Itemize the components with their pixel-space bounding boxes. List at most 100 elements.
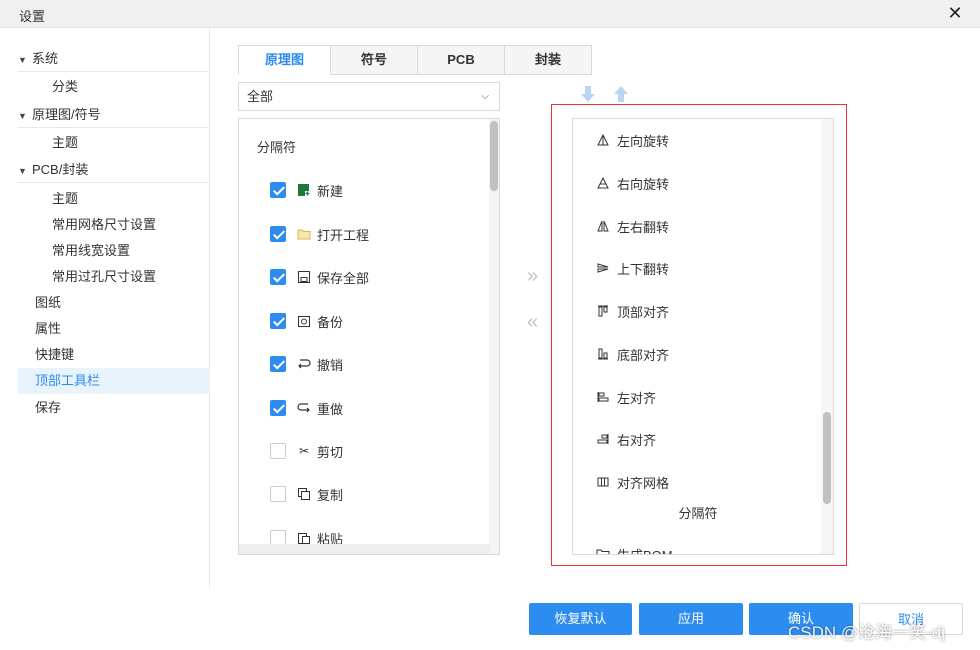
list-item-label: 左向旋转 <box>617 133 670 149</box>
checkbox[interactable] <box>270 313 286 329</box>
list-item[interactable]: 右向旋转 <box>595 173 669 193</box>
title-bar: 设置 ✕ <box>0 0 980 28</box>
chevron-down-icon: ⌵ <box>481 91 489 102</box>
tree-item-theme-schematic[interactable]: 主题 <box>18 130 210 156</box>
tree-item-schematic-symbol[interactable]: ▼ 原理图/符号 <box>18 102 210 128</box>
folder-icon <box>296 226 312 242</box>
align-top-icon <box>595 303 611 319</box>
scrollbar[interactable] <box>489 119 499 554</box>
list-item[interactable]: 左向旋转 <box>595 130 669 150</box>
list-item[interactable]: 生成BOM <box>595 544 673 554</box>
list-item-label: 右对齐 <box>617 432 657 448</box>
list-item[interactable]: ✂ 剪切 <box>270 441 343 461</box>
list-item-label: 底部对齐 <box>617 347 670 363</box>
new-file-icon <box>296 182 312 198</box>
horizontal-scrollbar[interactable] <box>239 544 490 554</box>
flip-vertical-icon <box>595 260 611 276</box>
caret-down-icon: ▼ <box>18 166 27 176</box>
checkbox[interactable] <box>270 182 286 198</box>
editor-tabs: 原理图 符号 PCB 封装 <box>238 45 592 75</box>
list-item[interactable]: 底部对齐 <box>595 344 669 364</box>
save-all-icon <box>296 269 312 285</box>
tree-item-save[interactable]: 保存 <box>18 395 210 421</box>
backup-icon <box>296 313 312 329</box>
list-item-label: 顶部对齐 <box>617 304 670 320</box>
list-item[interactable]: 打开工程 <box>270 224 369 244</box>
list-item-label: 上下翻转 <box>617 261 670 277</box>
checkbox[interactable] <box>270 400 286 416</box>
list-item[interactable]: 重做 <box>270 398 343 418</box>
list-item[interactable]: 顶部对齐 <box>595 301 669 321</box>
copy-icon <box>296 486 312 502</box>
align-bottom-icon <box>595 346 611 362</box>
checkbox[interactable] <box>270 486 286 502</box>
tree-item-top-toolbar[interactable]: 顶部工具栏 <box>18 368 210 394</box>
tab-pcb[interactable]: PCB <box>418 45 505 75</box>
move-left-icon[interactable]: « <box>527 311 538 334</box>
list-item[interactable]: 新建 <box>270 180 343 200</box>
caret-down-icon: ▼ <box>18 55 27 65</box>
tree-item-theme-pcb[interactable]: 主题 <box>18 186 210 212</box>
checkbox[interactable] <box>270 226 286 242</box>
list-item-label: 复制 <box>317 487 344 503</box>
list-item[interactable]: 上下翻转 <box>595 258 669 278</box>
caret-down-icon: ▼ <box>18 111 27 121</box>
tree-item-system[interactable]: ▼ 系统 <box>18 46 210 72</box>
available-tools-list[interactable]: 分隔符 新建 打开工程 保存全部 备份 撤销 重做 ✂ 剪切 复制 粘贴 <box>238 118 500 555</box>
separator-label: 分隔符 <box>257 140 297 155</box>
close-icon[interactable]: ✕ <box>944 2 966 24</box>
scrollbar-thumb[interactable] <box>823 412 831 504</box>
apply-button[interactable]: 应用 <box>639 603 743 635</box>
separator-label: 分隔符 <box>678 506 718 521</box>
rotate-left-icon <box>595 132 611 148</box>
rotate-right-icon <box>595 175 611 191</box>
list-item-label: 对齐网格 <box>617 475 670 491</box>
redo-icon <box>296 400 312 416</box>
tree-item-shortcuts[interactable]: 快捷键 <box>18 342 210 368</box>
align-left-icon <box>595 389 611 405</box>
settings-sidebar: ▼ 系统 分类 ▼ 原理图/符号 主题 ▼ PCB/封装 主题 常用网格尺寸设置 常用… <box>0 28 210 588</box>
list-item[interactable]: 保存全部 <box>270 267 369 287</box>
selected-tools-list[interactable]: 左向旋转 右向旋转 左右翻转 上下翻转 顶部对齐 底部对齐 左对齐 右对齐 对齐… <box>572 118 834 555</box>
checkbox[interactable] <box>270 269 286 285</box>
tree-item-attributes[interactable]: 属性 <box>18 316 210 342</box>
list-item[interactable]: 备份 <box>270 311 343 331</box>
tree-item-via-size[interactable]: 常用过孔尺寸设置 <box>18 264 210 290</box>
cut-icon: ✂ <box>298 444 310 458</box>
tab-schematic[interactable]: 原理图 <box>238 45 331 75</box>
list-item-label: 右向旋转 <box>617 176 670 192</box>
move-down-icon[interactable] <box>580 85 596 103</box>
filter-select[interactable]: 全部 ⌵ <box>238 82 500 111</box>
watermark: CSDN @沧海一笑-dj <box>788 623 946 642</box>
tree-item-grid-size[interactable]: 常用网格尺寸设置 <box>18 212 210 238</box>
list-item[interactable]: 复制 <box>270 484 343 504</box>
list-item[interactable]: 右对齐 <box>595 429 656 449</box>
checkbox[interactable] <box>270 356 286 372</box>
list-item[interactable]: 撤销 <box>270 354 343 374</box>
tab-symbol[interactable]: 符号 <box>331 45 418 75</box>
move-right-icon[interactable]: » <box>527 265 538 288</box>
filter-select-value: 全部 <box>247 89 274 104</box>
list-item-label: 左对齐 <box>617 390 657 406</box>
checkbox[interactable] <box>270 443 286 459</box>
scrollbar[interactable] <box>821 119 833 554</box>
list-item-label: 保存全部 <box>317 270 370 286</box>
align-grid-icon <box>595 474 611 490</box>
list-item-label: 左右翻转 <box>617 219 670 235</box>
list-item[interactable]: 对齐网格 <box>595 472 669 492</box>
tree-item-line-width[interactable]: 常用线宽设置 <box>18 238 210 264</box>
tree-item-drawing[interactable]: 图纸 <box>18 290 210 316</box>
tree-item-pcb-footprint[interactable]: ▼ PCB/封装 <box>18 157 210 183</box>
list-item-label: 重做 <box>317 401 344 417</box>
list-item[interactable]: 左右翻转 <box>595 216 669 236</box>
list-item-label: 撤销 <box>317 357 344 373</box>
list-item-label: 新建 <box>317 183 344 199</box>
scrollbar-thumb[interactable] <box>490 121 498 191</box>
restore-default-button[interactable]: 恢复默认 <box>529 603 632 635</box>
list-item[interactable]: 左对齐 <box>595 387 656 407</box>
move-up-icon[interactable] <box>613 85 629 103</box>
list-item-label: 备份 <box>317 314 344 330</box>
tab-footprint[interactable]: 封装 <box>505 45 592 75</box>
undo-icon <box>296 356 312 372</box>
tree-item-category[interactable]: 分类 <box>18 74 210 100</box>
